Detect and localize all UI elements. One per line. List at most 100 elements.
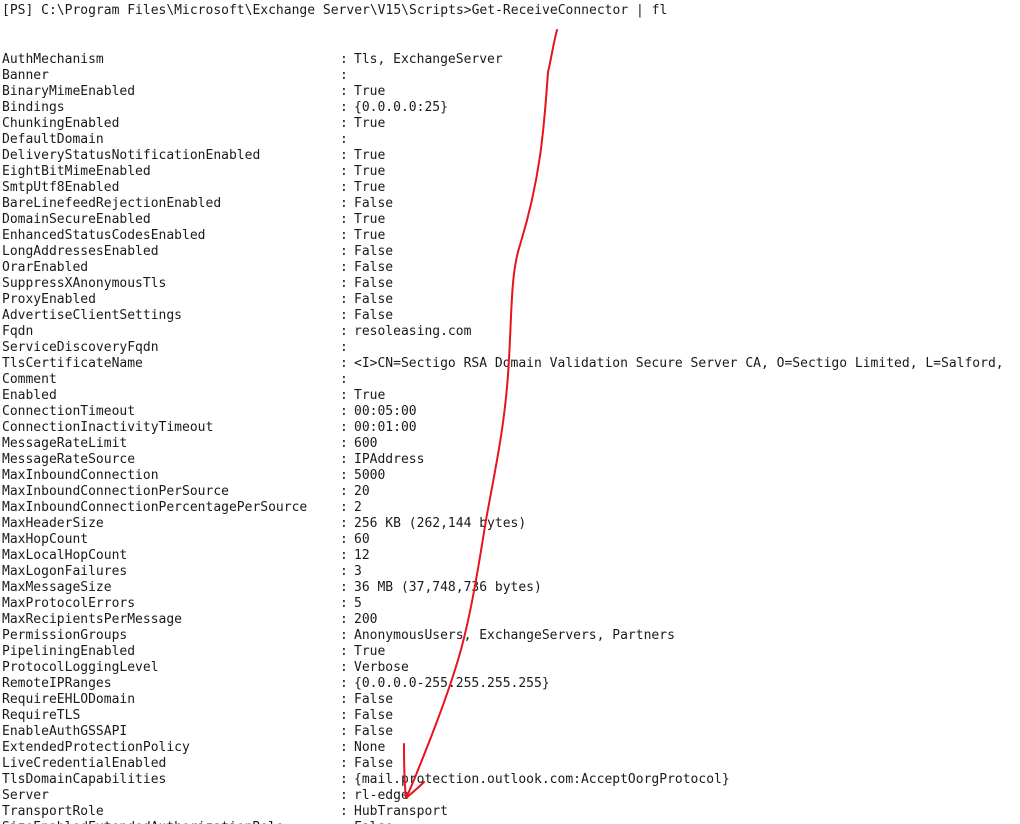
property-value: HubTransport bbox=[354, 804, 448, 819]
property-separator: : bbox=[340, 676, 348, 691]
property-row: PipeliningEnabled: True bbox=[2, 644, 1020, 660]
property-name: MaxMessageSize bbox=[2, 580, 112, 595]
property-value: 60 bbox=[354, 532, 370, 547]
property-separator: : bbox=[340, 340, 348, 355]
property-separator: : bbox=[340, 404, 348, 419]
property-name: MaxLogonFailures bbox=[2, 564, 128, 579]
property-separator: : bbox=[340, 132, 348, 147]
property-row: OrarEnabled: False bbox=[2, 260, 1020, 276]
property-separator: : bbox=[340, 484, 348, 499]
property-separator: : bbox=[340, 180, 348, 195]
property-value: Verbose bbox=[354, 660, 409, 675]
property-value: {mail.protection.outlook.com:AcceptOorgP… bbox=[354, 772, 730, 787]
property-row: RequireTLS: False bbox=[2, 708, 1020, 724]
property-name: Bindings bbox=[2, 100, 65, 115]
property-row: ExtendedProtectionPolicy: None bbox=[2, 740, 1020, 756]
property-value: False bbox=[354, 276, 394, 291]
property-name: MaxInboundConnectionPerSource bbox=[2, 484, 229, 499]
property-row: MaxHopCount:60 bbox=[2, 532, 1020, 548]
property-name: SmtpUtf8Enabled bbox=[2, 180, 120, 195]
property-name: AuthMechanism bbox=[2, 52, 104, 67]
property-separator: : bbox=[340, 644, 348, 659]
property-name: EightBitMimeEnabled bbox=[2, 164, 151, 179]
property-separator: : bbox=[340, 580, 348, 595]
property-name: RequireEHLODomain bbox=[2, 692, 136, 707]
property-row: Server: rl-edge bbox=[2, 788, 1020, 804]
property-separator: : bbox=[340, 372, 348, 387]
property-row: DomainSecureEnabled: True bbox=[2, 212, 1020, 228]
property-row: LiveCredentialEnabled: False bbox=[2, 756, 1020, 772]
property-name: RequireTLS bbox=[2, 708, 81, 723]
property-row: ProxyEnabled: False bbox=[2, 292, 1020, 308]
property-value: 3 bbox=[354, 564, 362, 579]
property-row: MaxInboundConnectionPercentagePerSource:… bbox=[2, 500, 1020, 516]
property-value: True bbox=[354, 180, 386, 195]
property-separator: : bbox=[340, 100, 348, 115]
property-value: False bbox=[354, 260, 394, 275]
property-name: TransportRole bbox=[2, 804, 104, 819]
property-row: RequireEHLODomain: False bbox=[2, 692, 1020, 708]
property-row: TransportRole: HubTransport bbox=[2, 804, 1020, 820]
property-row: MaxInboundConnection:5000 bbox=[2, 468, 1020, 484]
property-value: False bbox=[354, 708, 394, 723]
property-name: ConnectionTimeout bbox=[2, 404, 136, 419]
property-value: True bbox=[354, 644, 386, 659]
property-value: False bbox=[354, 196, 394, 211]
property-value: False bbox=[354, 724, 394, 739]
powershell-console[interactable]: [PS] C:\Program Files\Microsoft\Exchange… bbox=[0, 0, 1020, 824]
property-separator: : bbox=[340, 292, 348, 307]
property-separator: : bbox=[340, 260, 348, 275]
property-value: 5 bbox=[354, 596, 362, 611]
property-name: MaxHeaderSize bbox=[2, 516, 104, 531]
property-name: LiveCredentialEnabled bbox=[2, 756, 167, 771]
property-name: Fqdn bbox=[2, 324, 34, 339]
property-separator: : bbox=[340, 468, 348, 483]
property-name: TlsCertificateName bbox=[2, 356, 143, 371]
property-name: MaxInboundConnectionPercentagePerSource bbox=[2, 500, 308, 515]
property-separator: : bbox=[340, 324, 348, 339]
property-value: 20 bbox=[354, 484, 370, 499]
property-row: TlsCertificateName: <I>CN=Sectigo RSA Dom… bbox=[2, 356, 1020, 372]
property-separator: : bbox=[340, 356, 348, 371]
property-separator: : bbox=[340, 68, 348, 83]
property-row: AuthMechanism: Tls, ExchangeServer bbox=[2, 52, 1020, 68]
property-row: EnhancedStatusCodesEnabled: True bbox=[2, 228, 1020, 244]
property-row: Enabled: True bbox=[2, 388, 1020, 404]
property-name: SuppressXAnonymousTls bbox=[2, 276, 167, 291]
property-row: SuppressXAnonymousTls: False bbox=[2, 276, 1020, 292]
property-value: None bbox=[354, 740, 386, 755]
property-row: ConnectionInactivityTimeout:00:01:00 bbox=[2, 420, 1020, 436]
property-row: DeliveryStatusNotificationEnabled: True bbox=[2, 148, 1020, 164]
property-row: MaxHeaderSize:256 KB (262,144 bytes) bbox=[2, 516, 1020, 532]
property-separator: : bbox=[340, 756, 348, 771]
property-row: MaxLogonFailures:3 bbox=[2, 564, 1020, 580]
property-separator: : bbox=[340, 116, 348, 131]
property-value: 36 MB (37,748,736 bytes) bbox=[354, 580, 542, 595]
property-row: EightBitMimeEnabled: True bbox=[2, 164, 1020, 180]
property-name: MaxLocalHopCount bbox=[2, 548, 128, 563]
property-name: ProtocolLoggingLevel bbox=[2, 660, 159, 675]
property-row: MaxRecipientsPerMessage:200 bbox=[2, 612, 1020, 628]
property-name: MessageRateSource bbox=[2, 452, 136, 467]
property-name: MaxProtocolErrors bbox=[2, 596, 136, 611]
property-separator: : bbox=[340, 772, 348, 787]
property-row: BareLinefeedRejectionEnabled: False bbox=[2, 196, 1020, 212]
property-row: MaxInboundConnectionPerSource:20 bbox=[2, 484, 1020, 500]
property-value: 256 KB (262,144 bytes) bbox=[354, 516, 527, 531]
property-value: IPAddress bbox=[354, 452, 425, 467]
property-separator: : bbox=[340, 628, 348, 643]
property-row: Comment: bbox=[2, 372, 1020, 388]
property-name: ExtendedProtectionPolicy bbox=[2, 740, 190, 755]
property-separator: : bbox=[340, 708, 348, 723]
property-value: rl-edge bbox=[354, 788, 409, 803]
property-value: <I>CN=Sectigo RSA Domain Validation Secu… bbox=[354, 356, 1004, 371]
property-row: LongAddressesEnabled: False bbox=[2, 244, 1020, 260]
property-name: TlsDomainCapabilities bbox=[2, 772, 167, 787]
property-row: ChunkingEnabled: True bbox=[2, 116, 1020, 132]
property-name: RemoteIPRanges bbox=[2, 676, 112, 691]
property-row: MaxMessageSize:36 MB (37,748,736 bytes) bbox=[2, 580, 1020, 596]
prompt-path: [PS] C:\Program Files\Microsoft\Exchange… bbox=[2, 3, 472, 18]
property-separator: : bbox=[340, 516, 348, 531]
property-value: False bbox=[354, 820, 393, 824]
property-name: MaxHopCount bbox=[2, 532, 89, 547]
